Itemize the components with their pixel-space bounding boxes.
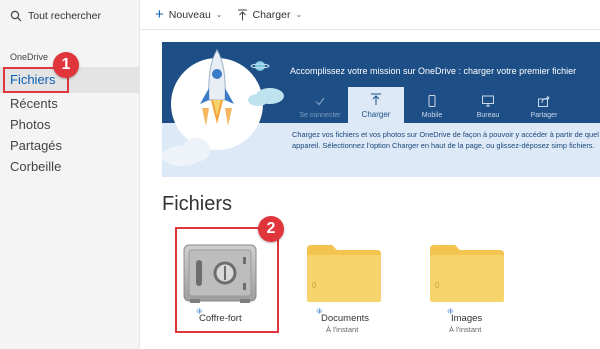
annotation-badge-2: 2 (258, 216, 284, 242)
plus-icon: + (155, 5, 164, 23)
new-button[interactable]: + Nouveau ⌄ (155, 5, 223, 23)
command-bar: + Nouveau ⌄ Charger ⌄ (140, 0, 600, 30)
file-tile-documents[interactable]: 0 (306, 243, 382, 303)
upload-icon (371, 93, 381, 105)
page-title: Fichiers (162, 193, 233, 215)
tab-charger[interactable]: Charger (348, 87, 404, 123)
tab-mobile[interactable]: Mobile (404, 87, 460, 123)
check-icon (315, 97, 325, 106)
annotation-badge-1: 1 (53, 52, 79, 78)
item-count: 0 (435, 281, 440, 290)
sidebar-item-corbeille[interactable]: Corbeille (10, 159, 61, 174)
tab-label: Mobile (421, 112, 443, 119)
annotation-box-2 (175, 227, 279, 333)
chevron-down-icon: ⌄ (215, 10, 223, 19)
file-modified: À l'instant (449, 325, 482, 334)
tab-label: Bureau (476, 112, 500, 119)
file-modified: À l'instant (326, 325, 359, 334)
folder-icon (307, 245, 381, 302)
search-box[interactable]: Tout rechercher (10, 8, 101, 24)
share-icon (538, 95, 550, 107)
tab-se-connecter[interactable]: Se connecter (292, 87, 348, 123)
upload-label: Charger (252, 8, 291, 21)
file-name[interactable]: Documents (321, 313, 369, 324)
tab-label: Partager (530, 112, 558, 119)
onedrive-app: Tout rechercher OneDrive Fichiers Récent… (0, 0, 600, 349)
phone-icon (428, 95, 436, 107)
search-label: Tout rechercher (28, 10, 101, 22)
banner-description: Chargez vos fichiers et vos photos sur O… (292, 130, 599, 150)
tab-label: Se connecter (299, 112, 341, 119)
chevron-down-icon: ⌄ (295, 10, 303, 19)
sidebar-item-recents[interactable]: Récents (10, 96, 58, 111)
tab-label: Charger (361, 110, 391, 119)
upload-button[interactable]: Charger ⌄ (237, 8, 303, 21)
folder-icon (430, 245, 504, 302)
banner-title: Accomplissez votre mission sur OneDrive … (290, 66, 577, 76)
file-name[interactable]: Images (451, 313, 482, 324)
sidebar-item-partages[interactable]: Partagés (10, 138, 62, 153)
banner-tabs: Se connecter Charger Mobile Bureau Parta… (292, 87, 572, 123)
file-tile-images[interactable]: 0 (429, 243, 505, 303)
onboarding-banner: Accomplissez votre mission sur OneDrive … (162, 42, 600, 177)
tab-bureau[interactable]: Bureau (460, 87, 516, 123)
rocket-illustration (162, 49, 284, 166)
upload-icon (237, 9, 247, 20)
nav-section-onedrive: OneDrive (10, 52, 49, 62)
search-icon (10, 10, 22, 22)
new-label: Nouveau (168, 8, 211, 21)
monitor-icon (482, 95, 494, 107)
tab-partager[interactable]: Partager (516, 87, 572, 123)
sidebar-item-photos[interactable]: Photos (10, 117, 50, 132)
item-count: 0 (312, 281, 317, 290)
